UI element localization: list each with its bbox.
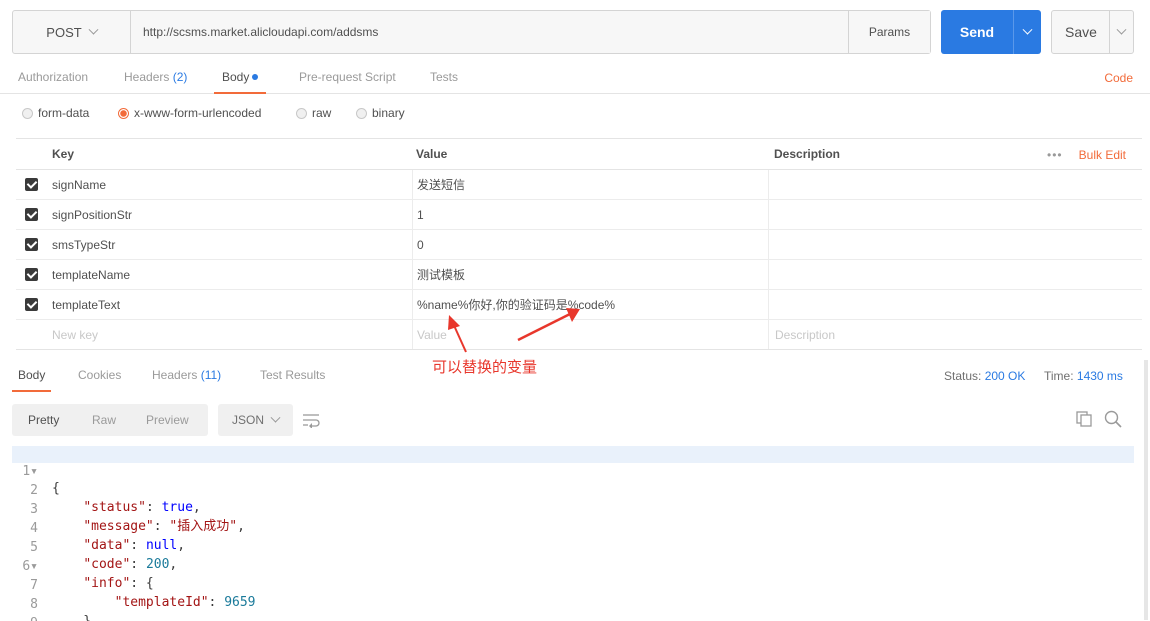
scrollbar[interactable] [1144,360,1148,620]
more-options-icon[interactable]: ••• [1047,148,1063,162]
send-label: Send [959,24,995,40]
row-description[interactable] [768,200,1142,229]
method-label: POST [46,24,82,40]
save-button[interactable]: Save [1051,10,1134,54]
table-row: signPositionStr 1 [16,200,1142,230]
url-bar: POST http://scsms.market.alicloudapi.com… [12,10,931,54]
method-select[interactable]: POST [13,11,131,53]
code-line: 1▾ { [12,446,1134,496]
save-label: Save [1065,24,1097,40]
response-status: Status: 200 OK [944,369,1026,383]
row-description[interactable] [768,290,1142,319]
radio-form-data[interactable]: form-data [22,104,89,122]
radio-selected-icon [118,107,129,119]
radio-icon [356,107,367,119]
row-description[interactable] [768,260,1142,289]
new-row: New key Value Description [16,320,1142,350]
table-row: signName 发送短信 [16,170,1142,200]
code-line: 2 "status": true, [30,483,201,515]
view-preview[interactable]: Preview [146,404,189,436]
checkbox-checked-icon[interactable] [25,298,38,311]
chevron-down-icon [88,24,99,35]
row-value[interactable]: 1 [412,200,766,229]
tab-authorization[interactable]: Authorization [18,62,88,94]
search-icon[interactable] [1104,410,1122,428]
checkbox-checked-icon[interactable] [25,208,38,221]
checkbox-checked-icon[interactable] [25,268,38,281]
status-value: 200 OK [984,369,1026,383]
tab-body[interactable]: Body [214,62,267,94]
send-button[interactable]: Send [941,10,1041,54]
table-row: templateName 测试模板 [16,260,1142,290]
response-code-view[interactable]: 1▾ { 2 "status": true, 3 "message": "插入成… [12,446,1134,621]
table-row: templateText %name%你好,你的验证码是%code% [16,290,1142,320]
row-value[interactable]: 测试模板 [412,260,766,289]
header-key: Key [52,147,75,161]
code-line: 4 "data": null, [30,521,186,553]
view-raw[interactable]: Raw [92,404,116,436]
checkbox-checked-icon[interactable] [25,238,38,251]
format-select[interactable]: JSON [218,404,293,436]
row-key[interactable]: templateText [52,290,406,319]
tab-pre-request-script[interactable]: Pre-request Script [299,62,396,94]
response-time: Time: 1430 ms [1044,369,1123,383]
radio-raw[interactable]: raw [296,104,331,122]
table-row: smsTypeStr 0 [16,230,1142,260]
row-key[interactable]: signName [52,170,406,199]
response-tabs: Body Cookies Headers (11) Test Results S… [0,360,1150,392]
tab-cookies[interactable]: Cookies [78,360,121,392]
code-line: 5 "code": 200, [30,540,178,572]
tab-headers[interactable]: Headers (2) [124,62,187,94]
format-label: JSON [231,413,264,427]
tab-response-headers[interactable]: Headers (11) [152,360,221,392]
wrap-lines-icon[interactable] [302,412,320,428]
radio-binary[interactable]: binary [356,104,405,122]
row-description[interactable] [768,170,1142,199]
code-line: 7 "templateId": 9659 [30,578,256,610]
copy-icon[interactable] [1076,411,1092,427]
tab-response-body[interactable]: Body [12,360,52,392]
code-line: 9 } [12,598,1134,621]
request-tabs: Authorization Headers (2) Body Pre-reque… [0,62,1150,94]
header-value: Value [416,147,448,161]
radio-x-www-form-urlencoded[interactable]: x-www-form-urlencoded [118,104,261,122]
code-line: 6▾ "info": { [22,559,154,591]
bulk-edit-link[interactable]: Bulk Edit [1079,148,1126,162]
row-description[interactable] [768,230,1142,259]
row-value[interactable]: 发送短信 [412,170,766,199]
radio-icon [22,107,33,119]
checkbox-checked-icon[interactable] [25,178,38,191]
chevron-down-icon [270,412,281,423]
url-input[interactable]: http://scsms.market.alicloudapi.com/adds… [143,11,843,53]
view-mode-switch: Pretty Raw Preview [12,404,208,436]
save-options-button[interactable] [1109,11,1133,53]
time-value: 1430 ms [1076,369,1123,383]
annotation-text: 可以替换的变量 [432,358,538,376]
tab-tests[interactable]: Tests [430,62,458,94]
send-options-button[interactable] [1013,10,1041,54]
params-button[interactable]: Params [848,11,930,53]
code-line: 3 "message": "插入成功", [30,502,245,534]
tab-test-results[interactable]: Test Results [260,360,325,392]
view-pretty[interactable]: Pretty [28,404,59,436]
new-description-input[interactable]: Description [768,320,1142,349]
row-key[interactable]: smsTypeStr [52,230,406,259]
chevron-down-icon [1116,24,1127,35]
radio-icon [296,107,307,119]
chevron-down-icon [1022,24,1033,35]
code-link[interactable]: Code [1104,62,1133,94]
row-key[interactable]: templateName [52,260,406,289]
table-header: Key Value Description ••• Bulk Edit [16,138,1142,170]
headers-count: (2) [172,70,188,84]
body-active-dot [252,74,259,80]
response-headers-count: (11) [200,368,222,382]
row-key[interactable]: signPositionStr [52,200,406,229]
new-value-input[interactable]: Value [412,320,766,349]
row-value[interactable]: 0 [412,230,766,259]
code-line: 8 } [30,597,91,621]
request-bar: POST http://scsms.market.alicloudapi.com… [12,10,1134,54]
new-key-input[interactable]: New key [52,320,406,349]
row-value[interactable]: %name%你好,你的验证码是%code% [412,290,766,319]
table-actions: ••• Bulk Edit [1047,139,1126,171]
